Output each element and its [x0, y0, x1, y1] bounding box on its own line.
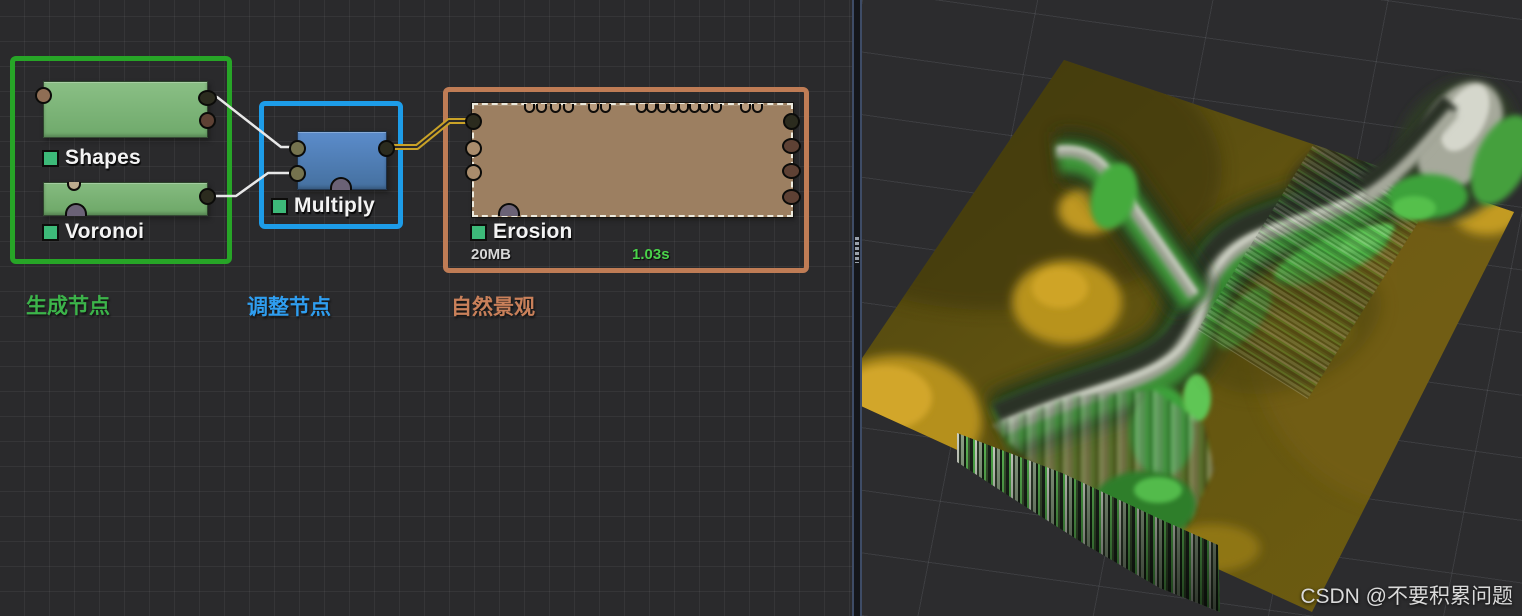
shapes-input-port[interactable] — [35, 87, 52, 104]
erosion-top-port[interactable] — [600, 104, 611, 113]
preview-3d-panel[interactable]: CSDN @不要积累问题 — [862, 0, 1522, 616]
erosion-right-port[interactable] — [782, 163, 801, 179]
wire-voronoi-to-multiply[interactable] — [206, 171, 298, 198]
erosion-top-port[interactable] — [524, 104, 535, 113]
erosion-top-port[interactable] — [752, 104, 763, 113]
erosion-top-port[interactable] — [588, 104, 599, 113]
node-shapes[interactable] — [35, 81, 217, 138]
node-type-chip — [470, 223, 487, 241]
erosion-build-time: 1.03s — [632, 246, 670, 263]
erosion-top-port[interactable] — [740, 104, 751, 113]
watermark: CSDN @不要积累问题 — [1300, 585, 1513, 608]
caption-natural-landscape: 自然景观 — [451, 296, 535, 319]
node-erosion[interactable] — [465, 102, 801, 218]
multiply-output-port[interactable] — [378, 140, 395, 157]
multiply-bypass-port[interactable] — [330, 177, 352, 190]
erosion-top-port[interactable] — [657, 104, 668, 113]
node-type-chip — [42, 149, 59, 167]
node-graph-panel[interactable]: Shapes Voronoi Multiply Erosion 20MB 1.0… — [0, 0, 852, 616]
voronoi-label-text: Voronoi — [65, 220, 145, 243]
multiply-label-text: Multiply — [294, 194, 375, 217]
erosion-input-port[interactable] — [465, 113, 482, 130]
wire-shapes-to-multiply[interactable] — [204, 95, 298, 149]
erosion-right-port[interactable] — [782, 138, 801, 154]
erosion-top-port[interactable] — [678, 104, 689, 113]
node-type-chip — [271, 197, 288, 215]
multiply-input1-port[interactable] — [289, 140, 306, 157]
erosion-top-port[interactable] — [536, 104, 547, 113]
app-root: Shapes Voronoi Multiply Erosion 20MB 1.0… — [0, 0, 1522, 616]
erosion-output-port[interactable] — [783, 113, 800, 130]
multiply-input2-port[interactable] — [289, 165, 306, 182]
multiply-label: Multiply — [271, 194, 375, 218]
voronoi-output-port[interactable] — [199, 188, 216, 205]
node-voronoi[interactable] — [43, 182, 216, 216]
shapes-label: Shapes — [42, 146, 141, 170]
voronoi-top-port[interactable] — [67, 182, 81, 191]
erosion-bypass-port[interactable] — [498, 203, 520, 216]
node-type-chip — [42, 223, 59, 241]
erosion-label-text: Erosion — [493, 220, 573, 243]
erosion-top-port[interactable] — [699, 104, 710, 113]
erosion-top-port[interactable] — [563, 104, 574, 113]
panel-splitter[interactable] — [852, 0, 862, 616]
splitter-grip-icon — [855, 237, 859, 263]
node-multiply[interactable] — [289, 131, 395, 190]
erosion-left-port[interactable] — [465, 140, 482, 157]
erosion-right-port[interactable] — [782, 189, 801, 205]
erosion-memory: 20MB — [471, 246, 512, 263]
shapes-secondary-output-port[interactable] — [199, 112, 216, 129]
caption-adjust-nodes: 调整节点 — [247, 296, 331, 319]
erosion-label: Erosion — [470, 220, 573, 244]
terrain-mesh — [862, 60, 1522, 612]
voronoi-bypass-port[interactable] — [65, 203, 87, 216]
erosion-top-port[interactable] — [711, 104, 722, 113]
voronoi-label: Voronoi — [42, 220, 144, 244]
erosion-left-port[interactable] — [465, 164, 482, 181]
erosion-top-port[interactable] — [550, 104, 561, 113]
wire-multiply-to-erosion[interactable] — [384, 118, 473, 150]
shapes-output-port[interactable] — [198, 90, 217, 106]
caption-generate-nodes: 生成节点 — [26, 295, 110, 318]
shapes-label-text: Shapes — [65, 146, 141, 169]
erosion-top-port[interactable] — [646, 104, 657, 113]
